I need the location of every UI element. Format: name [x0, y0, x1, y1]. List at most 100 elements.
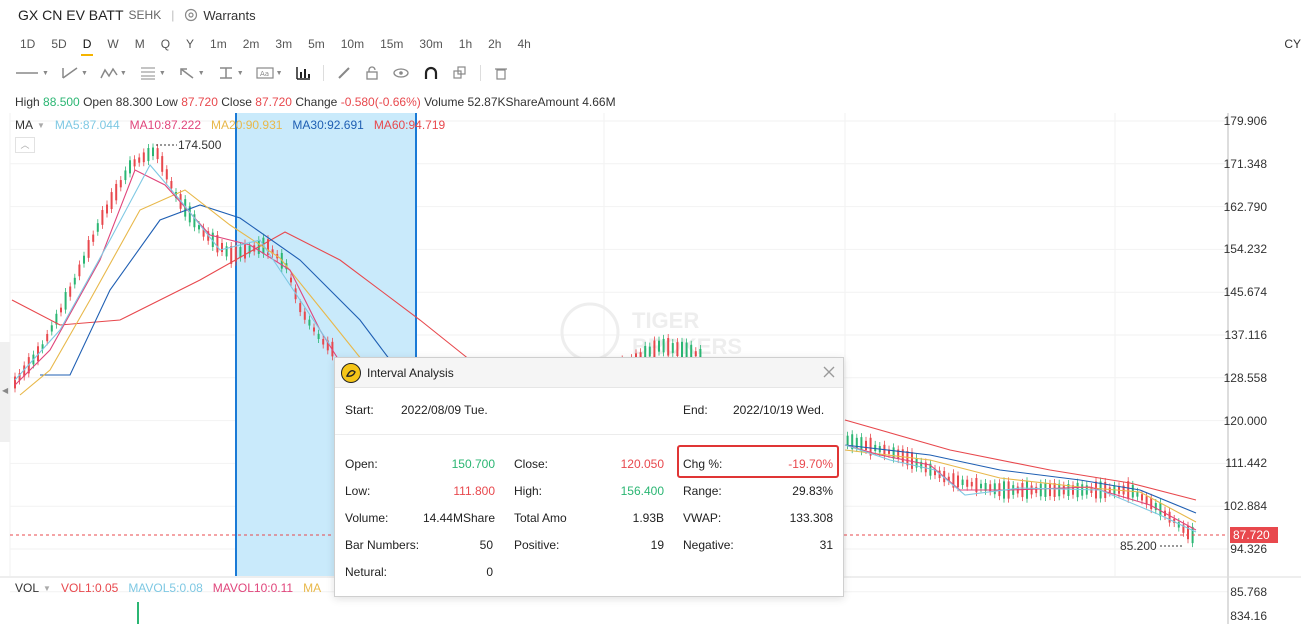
candle-body [78, 264, 81, 277]
close-icon [823, 366, 835, 378]
candle-body [667, 338, 670, 356]
candle-body [1062, 485, 1065, 495]
period-tab-1h[interactable]: 1h [451, 37, 480, 51]
ma60-value: MA60:94.719 [373, 118, 446, 132]
period-tab-2h[interactable]: 2h [480, 37, 509, 51]
magnet-tool[interactable] [422, 66, 440, 80]
warrants-link[interactable]: Warrants [184, 8, 256, 23]
end-label: End: [683, 403, 708, 417]
candle-body [46, 333, 49, 342]
delete-tool[interactable] [493, 66, 509, 80]
period-tab-5d[interactable]: 5D [43, 37, 74, 51]
chg-highlight-box [677, 445, 839, 478]
candle-body [285, 263, 288, 270]
period-tab-15m[interactable]: 15m [372, 37, 411, 51]
measure-icon [219, 67, 232, 79]
arrow-tool[interactable]: ▼ [178, 66, 205, 80]
lock-tool[interactable] [364, 66, 380, 80]
candle-body [1159, 502, 1162, 517]
measure-tool[interactable]: ▼ [217, 66, 244, 80]
candle-body [1044, 483, 1047, 497]
ma-legend: MA ▼ MA5:87.044 MA10:87.222 MA20:90.931 … [15, 118, 455, 132]
period-tab-1m[interactable]: 1m [202, 37, 235, 51]
candle-body [1127, 481, 1130, 499]
candle-body [253, 245, 256, 252]
pattern-tool[interactable]: ▼ [100, 66, 127, 80]
candle-body [1021, 482, 1024, 498]
period-tab-2m[interactable]: 2m [235, 37, 268, 51]
candle-body [331, 341, 334, 357]
candle-body [313, 327, 315, 332]
candle-body [1154, 503, 1157, 511]
vol-dropdown-icon[interactable]: ▼ [43, 584, 51, 595]
eye-icon [392, 68, 409, 78]
visibility-tool[interactable] [392, 66, 410, 80]
bar-chart-icon [295, 67, 310, 80]
ma30-value: MA30:92.691 [292, 118, 364, 132]
text-tool[interactable]: Aa ▼ [256, 66, 283, 80]
candle-body [648, 346, 651, 357]
candle-body [1007, 481, 1010, 499]
candle-body [929, 463, 932, 476]
collapse-legend-button[interactable]: ︿ [15, 137, 35, 153]
candle-body [124, 170, 127, 181]
candle-body [290, 277, 292, 283]
candle-body [947, 476, 950, 482]
candle-body [257, 240, 260, 254]
candle-body [161, 156, 164, 172]
period-tab-y[interactable]: Y [178, 37, 202, 51]
period-tab-d[interactable]: D [75, 37, 100, 56]
range-label: Range: [683, 484, 722, 498]
candle-body [1108, 487, 1111, 493]
close-label: Close: [514, 457, 549, 471]
period-tab-w[interactable]: W [99, 37, 126, 51]
period-tab-q[interactable]: Q [153, 37, 178, 51]
mavol20-value-cut: MA [303, 581, 322, 595]
period-tab-4h[interactable]: 4h [509, 37, 538, 51]
candle-body [1026, 481, 1028, 499]
low-value: 87.720 [181, 95, 218, 109]
period-tab-5m[interactable]: 5m [300, 37, 333, 51]
candle-body [860, 437, 863, 452]
candle-body [234, 245, 237, 262]
candle-body [934, 468, 936, 476]
fib-tool[interactable]: ▼ [139, 66, 166, 80]
close-button[interactable] [821, 364, 837, 380]
vwap-label: VWAP: [683, 511, 722, 525]
candle-body [152, 147, 154, 157]
candle-body [202, 227, 205, 237]
period-tab-3m[interactable]: 3m [267, 37, 300, 51]
candle-body [1035, 486, 1038, 494]
trend-line-tool[interactable]: ▼ [61, 66, 88, 80]
candle-body [1003, 481, 1005, 499]
left-panel-handle[interactable]: ◀ [0, 342, 10, 442]
candle-body [892, 447, 895, 459]
period-tab-10m[interactable]: 10m [333, 37, 372, 51]
edit-tool[interactable] [336, 66, 352, 80]
period-tab-m[interactable]: M [127, 37, 153, 51]
copy-icon [452, 66, 466, 79]
symbol-name: GX CN EV BATT [18, 7, 124, 23]
warrants-icon [185, 8, 198, 22]
line-tool[interactable]: ▼ [14, 66, 49, 80]
price-axis-tick: 85.768 [1230, 584, 1267, 599]
mavol5-value: MAVOL5:0.08 [128, 581, 203, 595]
interval-analysis-tool[interactable] [295, 66, 311, 80]
ma5-value: MA5:87.044 [54, 118, 120, 132]
ma-dropdown-icon[interactable]: ▼ [37, 121, 45, 132]
svg-text:Aa: Aa [260, 70, 269, 78]
candle-body [906, 451, 909, 466]
candle-body [1049, 483, 1051, 497]
candle-body [975, 477, 978, 493]
candle-body [244, 243, 246, 259]
period-tab-30m[interactable]: 30m [411, 37, 450, 51]
clone-tool[interactable] [452, 66, 468, 80]
vol-label[interactable]: VOL [15, 581, 39, 595]
watermark: TIGER BROKERS [560, 302, 742, 362]
price-axis-tick: 154.232 [1223, 242, 1267, 257]
open-value: 88.300 [115, 95, 153, 109]
candle-body [147, 148, 150, 162]
period-tab-1d[interactable]: 1D [12, 37, 43, 51]
negative-value: 31 [819, 538, 833, 552]
ma-label[interactable]: MA [15, 118, 33, 132]
